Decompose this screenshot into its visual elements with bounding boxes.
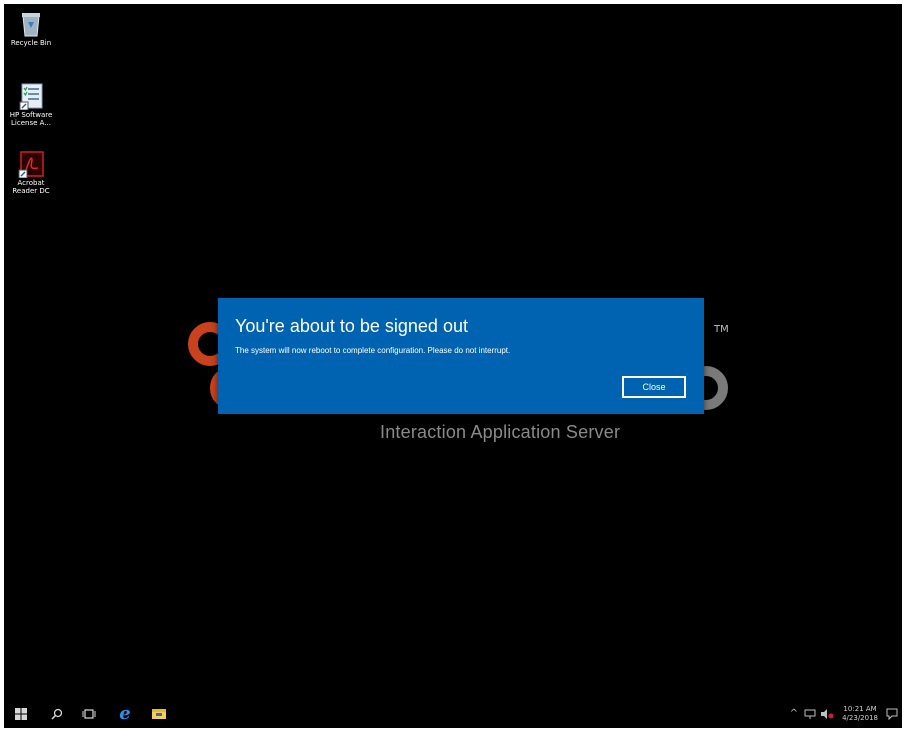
clock-date: 4/23/2018 (842, 714, 878, 722)
show-hidden-icons-chevron[interactable]: ^ (790, 708, 798, 719)
system-clock[interactable]: 10:21 AM 4/23/2018 (842, 705, 878, 723)
product-name: Interaction Application Server (380, 422, 621, 442)
sign-out-dialog: You're about to be signed out The system… (218, 298, 704, 414)
license-document-icon (18, 82, 44, 111)
clock-time: 10:21 AM (843, 705, 877, 713)
desktop-icon-acrobat-reader[interactable]: Acrobat Reader DC (6, 150, 56, 195)
edge-browser-icon[interactable]: e (114, 705, 136, 723)
desktop-icon-label: Recycle Bin (10, 39, 52, 47)
desktop-icon-recycle-bin[interactable]: Recycle Bin (6, 10, 56, 47)
dialog-message: The system will now reboot to complete c… (235, 346, 511, 355)
windows-start-icon[interactable] (12, 705, 30, 723)
volume-muted-icon[interactable] (820, 709, 834, 722)
taskbar: e ^ 10:21 AM 4/23/2018 (4, 700, 902, 728)
desktop-icon-hp-license[interactable]: HP Software License A... (6, 82, 56, 127)
acrobat-reader-icon (18, 150, 44, 179)
desktop-icon-label: HP Software License A... (9, 111, 53, 127)
desktop-icon-label: Acrobat Reader DC (12, 179, 50, 195)
dialog-title: You're about to be signed out (235, 316, 468, 336)
file-explorer-icon[interactable] (150, 705, 168, 723)
search-icon[interactable] (48, 705, 66, 723)
network-icon[interactable] (804, 709, 816, 722)
recycle-bin-icon (18, 10, 44, 37)
close-button[interactable]: Close (622, 376, 686, 398)
desktop-screen: Recycle Bin HP Software License A... Acr… (4, 4, 902, 728)
task-view-icon[interactable] (80, 705, 98, 723)
trademark-mark: TM (714, 324, 729, 335)
notification-icon[interactable] (886, 708, 898, 723)
